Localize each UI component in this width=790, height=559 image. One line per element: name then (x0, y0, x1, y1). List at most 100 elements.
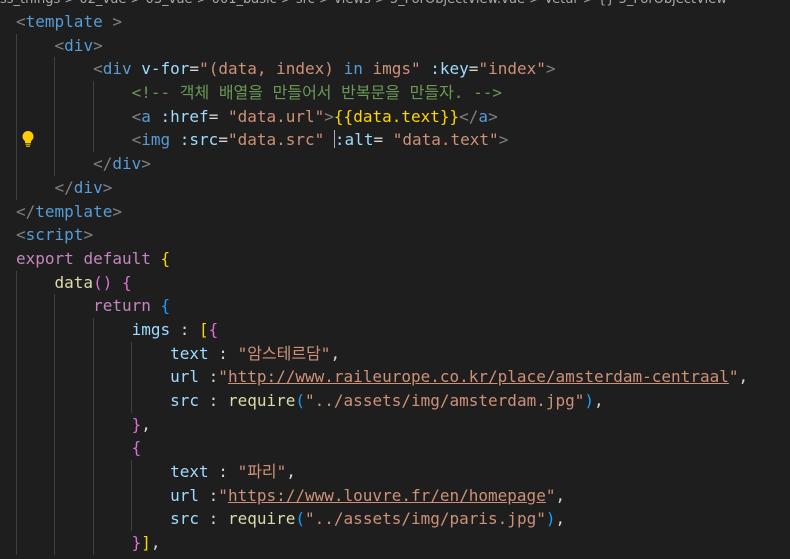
indent-guide (16, 33, 17, 58)
attr-value: "index" (478, 59, 546, 79)
indent-guide (54, 341, 55, 366)
indent-guide (54, 57, 55, 82)
code-lines[interactable]: <template > <div> <div v-for="(data, ind… (16, 10, 790, 555)
string-value: "암스테르담" (237, 343, 331, 363)
indent-guide (93, 483, 94, 508)
indent-guide (54, 317, 55, 342)
indent-guide (131, 365, 132, 389)
code-line: <template > (16, 12, 122, 31)
tag-name: a (478, 106, 489, 126)
tag-name: div (102, 59, 132, 79)
code-comment: <!-- 객체 배열을 만들어서 반복문을 만들자. --> (131, 83, 502, 103)
indent-guide (54, 128, 55, 153)
property-name: text (170, 343, 209, 363)
tag-name: template (25, 12, 103, 31)
indent-guide (16, 531, 17, 555)
code-line: </div> (16, 152, 790, 176)
indent-guide (54, 389, 55, 413)
tag-name: div (64, 35, 94, 55)
code-line: src : require("../assets/img/paris.jpg")… (16, 507, 790, 532)
indent-guide (54, 531, 55, 555)
indent-guide (16, 152, 17, 176)
code-line: </div> (16, 175, 790, 200)
indent-guide (93, 128, 94, 153)
indent-guide (54, 436, 55, 461)
indent-guide (93, 81, 94, 105)
indent-guide (54, 294, 55, 318)
indent-guide (54, 81, 55, 105)
indent-guide (93, 317, 94, 342)
attr-value: imgs" (362, 59, 421, 79)
function-name: require (227, 509, 296, 529)
code-line: <script> (16, 225, 94, 245)
indent-guide (54, 507, 55, 532)
tag-name: div (112, 154, 142, 174)
indent-guide (93, 341, 94, 366)
string-value: "../assets/img/paris.jpg" (305, 509, 546, 529)
indent-guide (16, 436, 17, 461)
code-line: url :"https://www.louvre.fr/en/homepage"… (16, 483, 790, 508)
indent-guide (16, 460, 17, 484)
indent-guide (16, 270, 17, 295)
function-name: require (227, 391, 296, 410)
property-name: src (170, 391, 200, 410)
indent-guide (16, 57, 17, 82)
attr-name: v-for (141, 59, 190, 79)
keyword: default (83, 248, 151, 268)
code-line: <img :src="data.src" :alt= "data.text"> (16, 128, 790, 153)
keyword: in (343, 59, 363, 79)
attr-value: "data.src" (227, 130, 325, 150)
indent-guide (54, 152, 55, 176)
indent-guide (16, 81, 17, 105)
code-line: </template> (16, 201, 122, 221)
tag-name: a (141, 106, 151, 126)
property-name: url (170, 485, 200, 505)
indent-guide (93, 507, 94, 532)
code-editor[interactable]: ss_things > 02_vue > 03_vue > 001_basic … (0, 0, 790, 559)
indent-guide (54, 483, 55, 508)
indent-guide (93, 531, 94, 555)
indent-guide (131, 507, 132, 532)
code-line: <div> (16, 33, 790, 58)
indent-guide (93, 436, 94, 461)
code-line: url :"http://www.raileurope.co.kr/place/… (16, 365, 790, 389)
indent-guide (16, 483, 17, 508)
indent-guide (93, 365, 94, 389)
code-line: src : require("../assets/img/amsterdam.j… (16, 389, 790, 413)
indent-guide (54, 104, 55, 129)
breadcrumb[interactable]: ss_things > 02_vue > 03_vue > 001_basic … (0, 0, 790, 10)
function-name: data (54, 272, 94, 292)
indent-guide (16, 389, 17, 413)
indent-guide (16, 412, 17, 437)
attr-value: "data.url" (227, 106, 325, 126)
attr-name: :src (179, 130, 219, 150)
code-line: text : "암스테르담", (16, 341, 790, 366)
code-line: { (16, 436, 790, 461)
indent-guide (131, 389, 132, 413)
code-line: <a :href= "data.url">{{data.text}}</a> (16, 104, 790, 129)
property-name: text (170, 462, 209, 482)
code-line: <!-- 객체 배열을 만들어서 반복문을 만들자. --> (16, 81, 790, 105)
indent-guide (16, 365, 17, 389)
interpolation: {{data.text}} (333, 106, 460, 126)
indent-guide (54, 412, 55, 437)
code-line: return { (16, 294, 790, 318)
string-value: "../assets/img/amsterdam.jpg" (305, 391, 585, 410)
attr-name: :key (430, 59, 469, 79)
string-value: "파리" (237, 462, 287, 482)
indent-guide (16, 317, 17, 342)
url-link[interactable]: https://www.louvre.fr/en/homepage (228, 486, 546, 505)
attr-value: "(data, index) (199, 59, 344, 79)
indent-guide (131, 341, 132, 366)
tag-name: div (73, 177, 103, 197)
attr-name: :href (160, 106, 209, 126)
keyword: export (16, 248, 74, 268)
indent-guide (16, 294, 17, 318)
indent-guide (16, 128, 17, 153)
code-line: <div v-for="(data, index) in imgs" :key=… (16, 57, 790, 82)
property-name: url (170, 367, 200, 387)
attr-value: "data.text" (392, 130, 499, 150)
url-link[interactable]: http://www.raileurope.co.kr/place/amster… (228, 367, 729, 386)
indent-guide (54, 460, 55, 484)
indent-guide (16, 104, 17, 129)
